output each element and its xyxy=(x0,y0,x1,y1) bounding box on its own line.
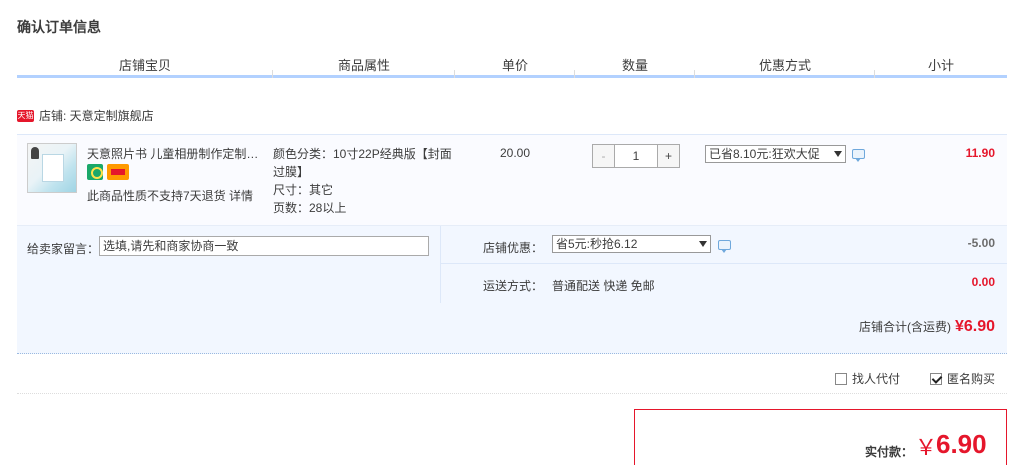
chevron-down-icon xyxy=(699,241,707,247)
shop-total: 店铺合计(含运费) ¥6.90 xyxy=(859,318,995,336)
quantity-plus-button[interactable]: + xyxy=(658,145,679,167)
shop-name[interactable]: 店铺: 天意定制旗舰店 xyxy=(39,107,154,124)
column-item: 店铺宝贝 xyxy=(17,56,273,78)
shop-discount-value: 省5元:秒抢6.12 xyxy=(556,237,638,251)
order-item: 天意照片书 儿童相册制作定制毕业纪念册宝宝影集 此商品性质不支持7天退货 详情 … xyxy=(17,134,1007,226)
service-icon-orange[interactable] xyxy=(107,164,129,180)
proxy-pay-label: 找人代付 xyxy=(852,372,901,386)
order-options: 找人代付 匿名购买 xyxy=(17,358,1007,394)
shop-total-label: 店铺合计(含运费) xyxy=(858,320,951,334)
message-input[interactable]: 选填,请先和商家协商一致 xyxy=(99,236,429,256)
anonymous-checkbox[interactable] xyxy=(930,372,942,385)
column-price: 单价 xyxy=(455,56,575,78)
product-thumbnail[interactable] xyxy=(27,143,77,193)
shop-total-value: ¥6.90 xyxy=(954,318,995,335)
shop-discount-row: 店铺优惠： 省5元:秒抢6.12 -5.00 xyxy=(441,226,1007,264)
service-icons xyxy=(87,164,129,180)
page-title: 确认订单信息 xyxy=(17,19,101,35)
attribute-pages: 页数：28以上 xyxy=(273,201,347,215)
payment-label: 实付款： xyxy=(865,445,914,459)
thumbnail-figure xyxy=(31,147,39,159)
chat-icon[interactable] xyxy=(718,240,731,253)
chevron-down-icon xyxy=(834,151,842,157)
shop-discount-label: 店铺优惠： xyxy=(483,241,544,255)
shipping-row: 运送方式： 普通配送 快递 免邮 0.00 xyxy=(441,264,1007,303)
item-title[interactable]: 天意照片书 儿童相册制作定制毕业纪念册宝宝影集 xyxy=(87,145,263,162)
proxy-pay-option[interactable]: 找人代付 xyxy=(835,370,900,387)
payment-currency: ￥ xyxy=(915,435,938,460)
service-icon-green[interactable] xyxy=(87,164,103,180)
attribute-color: 颜色分类：10寸22P经典版【封面过膜】 xyxy=(273,147,452,179)
shipping-amount: 0.00 xyxy=(971,275,995,289)
return-notice[interactable]: 此商品性质不支持7天退货 详情 xyxy=(87,187,253,204)
chat-icon[interactable] xyxy=(852,149,865,162)
column-promotion: 优惠方式 xyxy=(695,56,875,78)
promotion-select-value: 已省8.10元:狂欢大促 xyxy=(709,147,820,161)
column-subtotal: 小计 xyxy=(927,58,954,73)
quantity-input[interactable]: 1 xyxy=(614,145,658,167)
unit-price: 20.00 xyxy=(499,146,531,160)
message-label: 给卖家留言： xyxy=(27,242,100,256)
column-header: 店铺宝贝 商品属性 单价 数量 优惠方式 小计 xyxy=(17,56,1007,78)
shop-discount-amount: -5.00 xyxy=(967,236,995,250)
quantity-minus-button[interactable]: - xyxy=(593,145,614,167)
column-quantity: 数量 xyxy=(575,56,695,78)
thumbnail-photo xyxy=(42,154,64,182)
anonymous-option[interactable]: 匿名购买 xyxy=(930,370,995,387)
quantity-stepper: - 1 + xyxy=(592,144,680,168)
shop-discount-select[interactable]: 省5元:秒抢6.12 xyxy=(552,235,711,253)
column-attributes: 商品属性 xyxy=(273,56,455,78)
shipping-method: 普通配送 快递 免邮 xyxy=(552,279,655,293)
tmall-badge-icon: 天猫 xyxy=(17,109,34,122)
attribute-size: 尺寸：其它 xyxy=(273,183,334,197)
shipping-label: 运送方式： xyxy=(483,279,544,293)
shop-row: 天猫 店铺: 天意定制旗舰店 xyxy=(17,107,154,124)
proxy-pay-checkbox[interactable] xyxy=(835,372,847,385)
item-attributes: 颜色分类：10寸22P经典版【封面过膜】 尺寸：其它 页数：28以上 xyxy=(273,145,455,217)
anonymous-label: 匿名购买 xyxy=(947,372,996,386)
payment-amount: 6.90 xyxy=(936,429,987,459)
shop-summary: 给卖家留言： 选填,请先和商家协商一致 店铺优惠： 省5元:秒抢6.12 -5.… xyxy=(17,226,1007,354)
promotion-select[interactable]: 已省8.10元:狂欢大促 xyxy=(705,145,846,163)
payment-summary: 实付款： ￥ 6.90 xyxy=(634,409,1007,465)
item-subtotal: 11.90 xyxy=(965,146,995,160)
message-area: 给卖家留言： 选填,请先和商家协商一致 xyxy=(17,226,441,303)
